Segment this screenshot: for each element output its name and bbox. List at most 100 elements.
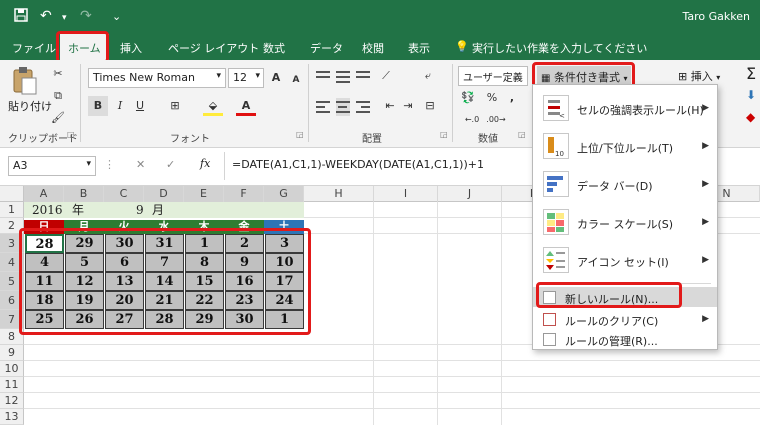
align-bottom-icon[interactable] xyxy=(356,68,370,81)
format-painter-icon[interactable]: 🖌 xyxy=(48,108,68,128)
insert-cells-icon: ⊞ xyxy=(678,70,688,83)
column-header[interactable]: I xyxy=(374,186,438,202)
paste-button[interactable]: 貼り付け xyxy=(8,98,52,114)
tab-review[interactable]: 校閲 xyxy=(362,40,384,56)
font-name-box[interactable]: Times New Roman ▾ xyxy=(88,68,226,88)
number-format-box[interactable]: ユーザー定義 xyxy=(458,66,528,86)
icon-sets-icon xyxy=(543,247,569,273)
cell-a1[interactable]: 2016 xyxy=(32,202,63,218)
cancel-icon[interactable]: ✕ xyxy=(136,158,145,171)
font-color-button[interactable]: A xyxy=(236,96,256,116)
fill-icon[interactable]: ⬇ xyxy=(746,88,756,102)
italic-button[interactable]: I xyxy=(110,96,130,116)
dialog-launcher-icon[interactable]: ◲ xyxy=(296,130,304,139)
align-middle-icon[interactable] xyxy=(336,68,350,86)
orientation-icon[interactable]: ⟋ xyxy=(376,66,396,86)
user-name[interactable]: Taro Gakken xyxy=(683,10,751,23)
chevron-right-icon: ▶ xyxy=(702,141,709,151)
customize-qat-icon[interactable]: ⌄ xyxy=(112,10,121,23)
undo-icon[interactable]: ↶ xyxy=(40,8,52,24)
tab-file[interactable]: ファイル xyxy=(12,40,56,56)
borders-icon[interactable]: ⊞ xyxy=(165,96,185,116)
menu-item-data-bars[interactable]: データ バー(D) ▶ xyxy=(533,167,717,203)
dialog-launcher-icon[interactable]: ◲ xyxy=(440,130,448,139)
tab-data[interactable]: データ xyxy=(310,40,343,56)
cell-c1[interactable]: 9 xyxy=(136,202,144,218)
top-bottom-icon: 10 xyxy=(543,133,569,159)
menu-item-highlight-cells-rules[interactable]: < セルの強調表示ルール(H) ▶ xyxy=(533,91,717,127)
align-left-icon[interactable] xyxy=(316,98,330,116)
column-header[interactable]: B xyxy=(64,186,104,202)
cut-icon[interactable]: ✂ xyxy=(48,64,68,84)
save-icon[interactable] xyxy=(14,8,28,26)
insert-function-button[interactable]: fx xyxy=(200,157,210,170)
column-header[interactable]: A xyxy=(24,186,64,202)
row-header[interactable]: 10 xyxy=(0,361,24,377)
menu-item-top-bottom-rules[interactable]: 10 上位/下位ルール(T) ▶ xyxy=(533,129,717,165)
comma-button[interactable]: , xyxy=(502,88,522,108)
redo-icon[interactable]: ↷ xyxy=(80,8,92,24)
row-header[interactable]: 12 xyxy=(0,393,24,409)
svg-text:10: 10 xyxy=(555,150,564,158)
grow-font-button[interactable]: A xyxy=(266,68,286,88)
formula-input[interactable]: =DATE(A1,C1,1)-WEEKDAY(DATE(A1,C1,1))+1 xyxy=(232,158,484,171)
align-right-icon[interactable] xyxy=(356,98,370,116)
chevron-right-icon: ▶ xyxy=(702,103,709,113)
decrease-decimal-icon[interactable]: .00→ xyxy=(486,110,506,130)
align-center-icon[interactable] xyxy=(336,98,350,116)
menu-item-color-scales[interactable]: カラー スケール(S) ▶ xyxy=(533,205,717,241)
column-header[interactable]: C xyxy=(104,186,144,202)
row-header[interactable]: 1 xyxy=(0,202,24,218)
column-header[interactable]: G xyxy=(264,186,304,202)
tab-view[interactable]: 表示 xyxy=(408,40,430,56)
dialog-launcher-icon[interactable]: ◲ xyxy=(518,130,526,139)
insert-cells-button[interactable]: ⊞ 挿入 ▾ xyxy=(678,68,720,84)
alignment-group-label: 配置 xyxy=(362,134,382,145)
merge-center-icon[interactable]: ⊟ xyxy=(420,96,440,116)
chevron-down-icon[interactable]: ▾ xyxy=(62,13,67,23)
currency-icon[interactable]: 💱 xyxy=(458,88,478,108)
name-box[interactable]: A3 ▾ xyxy=(8,156,96,176)
wrap-text-icon[interactable]: ⤶ xyxy=(418,66,438,86)
outdent-icon[interactable]: ⇥ xyxy=(398,96,418,116)
column-header[interactable]: D xyxy=(144,186,184,202)
row-header[interactable]: 9 xyxy=(0,345,24,361)
cell-b1[interactable]: 年 xyxy=(72,202,84,218)
column-header[interactable]: E xyxy=(184,186,224,202)
row-header[interactable]: 13 xyxy=(0,409,24,425)
enter-icon[interactable]: ✓ xyxy=(166,158,175,171)
tab-insert[interactable]: 挿入 xyxy=(120,40,142,56)
copy-icon[interactable]: ⧉ xyxy=(48,86,68,106)
menu-item-label: データ バー(D) xyxy=(577,180,653,193)
data-bars-icon xyxy=(543,171,569,197)
indent-icon[interactable]: ⇤ xyxy=(380,96,400,116)
menu-item-clear-rules[interactable]: ルールのクリア(C) ▶ xyxy=(533,309,717,329)
select-all-corner[interactable] xyxy=(0,186,24,202)
tab-page-layout[interactable]: ページ レイアウト xyxy=(168,40,259,56)
menu-item-manage-rules[interactable]: ルールの管理(R)... xyxy=(533,329,717,349)
tab-formulas[interactable]: 数式 xyxy=(263,40,285,56)
row-header[interactable]: 11 xyxy=(0,377,24,393)
cell-d1[interactable]: 月 xyxy=(152,202,164,218)
column-header[interactable]: H xyxy=(304,186,374,202)
conditional-formatting-menu: < セルの強調表示ルール(H) ▶ 10 上位/下位ルール(T) ▶ データ バ… xyxy=(532,84,718,350)
align-top-icon[interactable] xyxy=(316,68,330,81)
bold-button[interactable]: B xyxy=(88,96,108,116)
shrink-font-button[interactable]: A xyxy=(286,70,306,90)
menu-item-label: 上位/下位ルール(T) xyxy=(577,142,674,155)
gridline xyxy=(501,202,502,425)
number-group-label: 数値 xyxy=(478,134,498,145)
column-header[interactable]: J xyxy=(438,186,502,202)
underline-button[interactable]: U xyxy=(130,96,150,116)
clear-icon[interactable]: ◆ xyxy=(746,110,755,124)
column-header[interactable]: F xyxy=(224,186,264,202)
paste-icon[interactable] xyxy=(10,66,38,96)
autosum-button[interactable]: Σ xyxy=(746,64,756,83)
font-size-box[interactable]: 12 ▾ xyxy=(228,68,264,88)
tell-me-box[interactable]: 実行したい作業を入力してください xyxy=(472,40,647,56)
dialog-launcher-icon[interactable]: ◲ xyxy=(67,130,75,139)
percent-button[interactable]: % xyxy=(482,88,502,108)
menu-item-icon-sets[interactable]: アイコン セット(I) ▶ xyxy=(533,243,717,279)
fill-color-icon[interactable]: ⬙ xyxy=(203,96,223,116)
increase-decimal-icon[interactable]: ←.0 xyxy=(462,110,482,130)
